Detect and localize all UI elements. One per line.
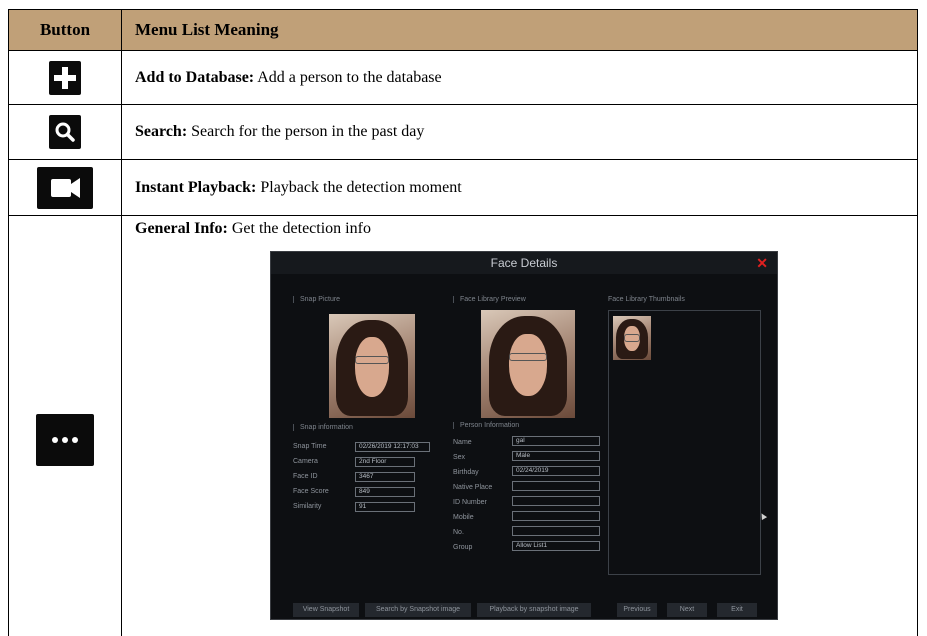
face-score-field[interactable]: 849 (355, 487, 415, 497)
person-info-heading: Person Information (453, 422, 519, 429)
next-button[interactable]: Next (667, 603, 707, 617)
more-dots-icon (36, 414, 94, 466)
search-icon (49, 115, 81, 149)
exit-button[interactable]: Exit (717, 603, 757, 617)
video-camera-icon (37, 166, 93, 209)
field-label: Face ID (293, 473, 318, 480)
library-thumbnail[interactable] (613, 316, 651, 360)
field-label: Camera (293, 458, 318, 465)
native-place-field[interactable] (512, 481, 600, 491)
table-header-row: Button Menu List Meaning (8, 10, 918, 51)
row-description: Search: Search for the person in the pas… (135, 123, 425, 140)
face-id-field[interactable]: 3467 (355, 472, 415, 482)
field-label: Mobile (453, 514, 474, 521)
table-row-add: Add to Database: Add a person to the dat… (8, 51, 918, 105)
snap-picture (329, 314, 415, 418)
header-meaning-column: Menu List Meaning (122, 10, 918, 50)
mobile-field[interactable] (512, 511, 600, 521)
close-icon[interactable]: ✕ (756, 255, 768, 272)
field-label: Name (453, 439, 472, 446)
group-field[interactable]: Allow List1 (512, 541, 600, 551)
snap-picture-heading: Snap Picture (293, 296, 340, 303)
field-label: Birthday (453, 469, 479, 476)
field-label: No. (453, 529, 464, 536)
row-description: Instant Playback: Playback the detection… (135, 178, 462, 196)
library-thumbnails-panel[interactable] (608, 310, 761, 575)
field-label: Group (453, 544, 473, 551)
field-label: Sex (453, 454, 466, 461)
library-thumbnails-heading: Face Library Thumbnails (608, 296, 685, 303)
playback-by-snapshot-button[interactable]: Playback by snapshot image (477, 603, 591, 617)
snap-info-heading: Snap information (293, 424, 353, 431)
name-field[interactable]: gal (512, 436, 600, 446)
header-button-column: Button (8, 10, 122, 50)
sex-field[interactable]: Male (512, 451, 600, 461)
dialog-title: Face Details (271, 252, 777, 274)
table-row-playback: Instant Playback: Playback the detection… (8, 160, 918, 216)
search-by-snapshot-button[interactable]: Search by Snapshot image (365, 603, 471, 617)
row-description: Add to Database: Add a person to the dat… (135, 68, 442, 86)
id-number-field[interactable] (512, 496, 600, 506)
snap-time-field[interactable]: 02/26/2019 12:17:03 (355, 442, 430, 452)
field-label: ID Number (453, 499, 487, 506)
table-row-search: Search: Search for the person in the pas… (8, 105, 918, 160)
field-label: Face Score (293, 488, 329, 495)
face-details-dialog: Face Details ✕ Snap Picture Face Library… (270, 251, 778, 620)
row-description: General Info: Get the detection info (135, 220, 371, 237)
plus-icon (49, 60, 81, 95)
field-label: Similarity (293, 503, 322, 510)
view-snapshot-button[interactable]: View Snapshot (293, 603, 359, 617)
library-preview-heading: Face Library Preview (453, 296, 526, 303)
previous-button[interactable]: Previous (617, 603, 657, 617)
number-field[interactable] (512, 526, 600, 536)
field-label: Native Place (453, 484, 493, 491)
camera-field[interactable]: 2nd Floor (355, 457, 415, 467)
birthday-field[interactable]: 02/24/2019 (512, 466, 600, 476)
library-preview-picture (481, 310, 575, 418)
similarity-field[interactable]: 91 (355, 502, 415, 512)
field-label: Snap Time (293, 443, 327, 450)
dialog-button-bar: View Snapshot Search by Snapshot image P… (271, 599, 777, 619)
